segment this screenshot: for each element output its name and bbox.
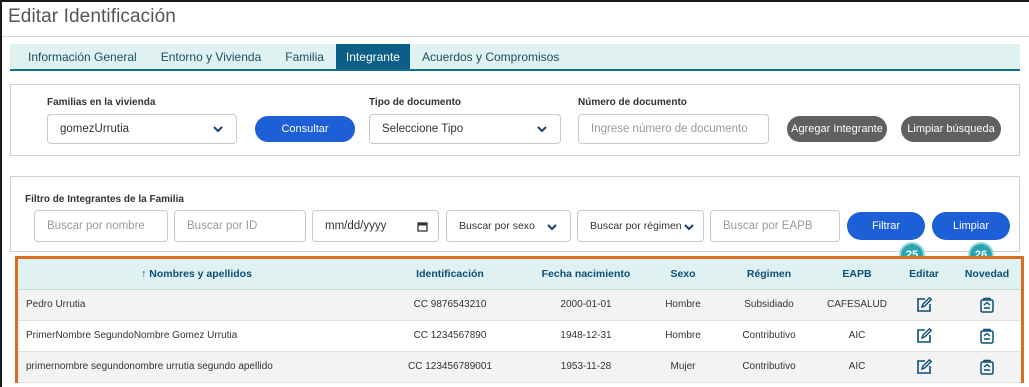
tipo-documento-label: Tipo de documento [369, 97, 462, 108]
clipboard-icon[interactable] [979, 328, 995, 344]
header-sexo[interactable]: Sexo [647, 259, 719, 290]
cell-identificacion: CC 1234567890 [375, 320, 525, 352]
header-identificacion[interactable]: Identificación [375, 259, 525, 290]
tab-integrante[interactable]: Integrante [335, 44, 410, 69]
cell-fecha: 1948-12-31 [525, 320, 647, 352]
clipboard-icon[interactable] [979, 297, 995, 313]
cell-sexo: Mujer [647, 351, 719, 383]
limpiar-button[interactable]: Limpiar [932, 212, 1010, 240]
cell-regimen: Contributivo [719, 351, 819, 383]
search-panel: Familias en la vivienda gomezUrrutia Con… [10, 84, 1020, 156]
calendar-icon[interactable] [417, 221, 428, 232]
regimen-filter-select[interactable]: Buscar por régimen [577, 210, 704, 242]
cell-fecha: 2000-01-01 [525, 289, 647, 321]
limpiar-busqueda-button[interactable]: Limpiar búsqueda [901, 116, 1001, 142]
date-filter-input[interactable]: mm/dd/yyyy [312, 210, 439, 242]
eapb-filter-input[interactable]: Buscar por EAPB [710, 210, 840, 242]
cell-fecha: 1953-11-28 [525, 351, 647, 383]
title-divider [2, 36, 1029, 37]
agregar-integrante-button[interactable]: Agregar Integrante [787, 116, 887, 142]
table-row: Pedro Urrutia CC 9876543210 2000-01-01 H… [18, 289, 1021, 321]
cell-nombre: Pedro Urrutia [18, 289, 375, 321]
cell-nombre: primernombre segundonombre urrutia segun… [18, 351, 375, 383]
familias-select[interactable]: gomezUrrutia [47, 114, 237, 144]
clipboard-icon[interactable] [979, 359, 995, 375]
edit-icon[interactable] [916, 358, 932, 375]
cell-novedad [953, 320, 1021, 352]
filter-title: Filtro de Integrantes de la Familia [25, 194, 184, 205]
page-title: Editar Identificación [8, 6, 176, 27]
tab-entorno-vivienda[interactable]: Entorno y Vivienda [149, 44, 274, 69]
tab-familia[interactable]: Familia [273, 44, 336, 69]
header-nombres[interactable]: ↑ Nombres y apellidos [18, 259, 375, 290]
chevron-down-icon [537, 126, 547, 133]
header-fecha-nacimiento[interactable]: Fecha nacimiento [525, 259, 647, 290]
table-row: primernombre segundonombre urrutia segun… [18, 351, 1021, 383]
cell-identificacion: CC 9876543210 [375, 289, 525, 321]
nombre-filter-placeholder: Buscar por nombre [47, 220, 145, 232]
consultar-button[interactable]: Consultar [255, 116, 355, 142]
header-eapb[interactable]: EAPB [819, 259, 895, 290]
cell-editar [895, 289, 953, 321]
id-filter-input[interactable]: Buscar por ID [174, 210, 306, 242]
chevron-down-icon [684, 224, 694, 231]
eapb-filter-placeholder: Buscar por EAPB [723, 220, 813, 232]
integrantes-table-container: ↑ Nombres y apellidos Identificación Fec… [15, 256, 1024, 383]
cell-novedad [953, 289, 1021, 321]
cell-eapb: CAFESALUD [819, 289, 895, 321]
tab-acuerdos-compromisos[interactable]: Acuerdos y Compromisos [410, 44, 571, 69]
id-filter-placeholder: Buscar por ID [187, 220, 258, 232]
integrantes-table: ↑ Nombres y apellidos Identificación Fec… [18, 259, 1021, 383]
cell-editar [895, 351, 953, 383]
numero-documento-label: Número de documento [578, 97, 687, 108]
table-row: PrimerNombre SegundoNombre Gomez Urrutia… [18, 320, 1021, 352]
cell-eapb: AIC [819, 320, 895, 352]
edit-icon[interactable] [916, 296, 932, 313]
chevron-down-icon [547, 224, 557, 231]
cell-regimen: Contributivo [719, 320, 819, 352]
sexo-filter-value: Buscar por sexo [459, 220, 535, 232]
tab-bar: Información General Entorno y Vivienda F… [10, 44, 1020, 71]
cell-regimen: Subsidiado [719, 289, 819, 321]
tab-informacion-general[interactable]: Información General [16, 44, 149, 69]
date-filter-placeholder: mm/dd/yyyy [325, 220, 387, 232]
numero-documento-input[interactable]: Ingrese número de documento [578, 114, 769, 144]
filtrar-button[interactable]: Filtrar [847, 212, 925, 240]
regimen-filter-value: Buscar por régimen [590, 220, 682, 232]
cell-sexo: Hombre [647, 320, 719, 352]
cell-identificacion: CC 123456789001 [375, 351, 525, 383]
sexo-filter-select[interactable]: Buscar por sexo [446, 210, 571, 242]
cell-nombre: PrimerNombre SegundoNombre Gomez Urrutia [18, 320, 375, 352]
cell-eapb: AIC [819, 351, 895, 383]
familias-label: Familias en la vivienda [47, 97, 156, 108]
tipo-documento-value: Seleccione Tipo [382, 123, 464, 135]
header-editar: Editar [895, 259, 953, 290]
tipo-documento-select[interactable]: Seleccione Tipo [369, 114, 561, 144]
numero-documento-placeholder: Ingrese número de documento [591, 123, 748, 135]
filter-panel: Filtro de Integrantes de la Familia Busc… [10, 176, 1020, 252]
cell-novedad [953, 351, 1021, 383]
chevron-down-icon [213, 126, 223, 133]
cell-sexo: Hombre [647, 289, 719, 321]
header-regimen[interactable]: Régimen [719, 259, 819, 290]
header-novedad: Novedad [953, 259, 1021, 290]
nombre-filter-input[interactable]: Buscar por nombre [34, 210, 168, 242]
familias-select-value: gomezUrrutia [60, 123, 130, 135]
cell-editar [895, 320, 953, 352]
edit-icon[interactable] [916, 327, 932, 344]
table-header-row: ↑ Nombres y apellidos Identificación Fec… [18, 259, 1021, 290]
